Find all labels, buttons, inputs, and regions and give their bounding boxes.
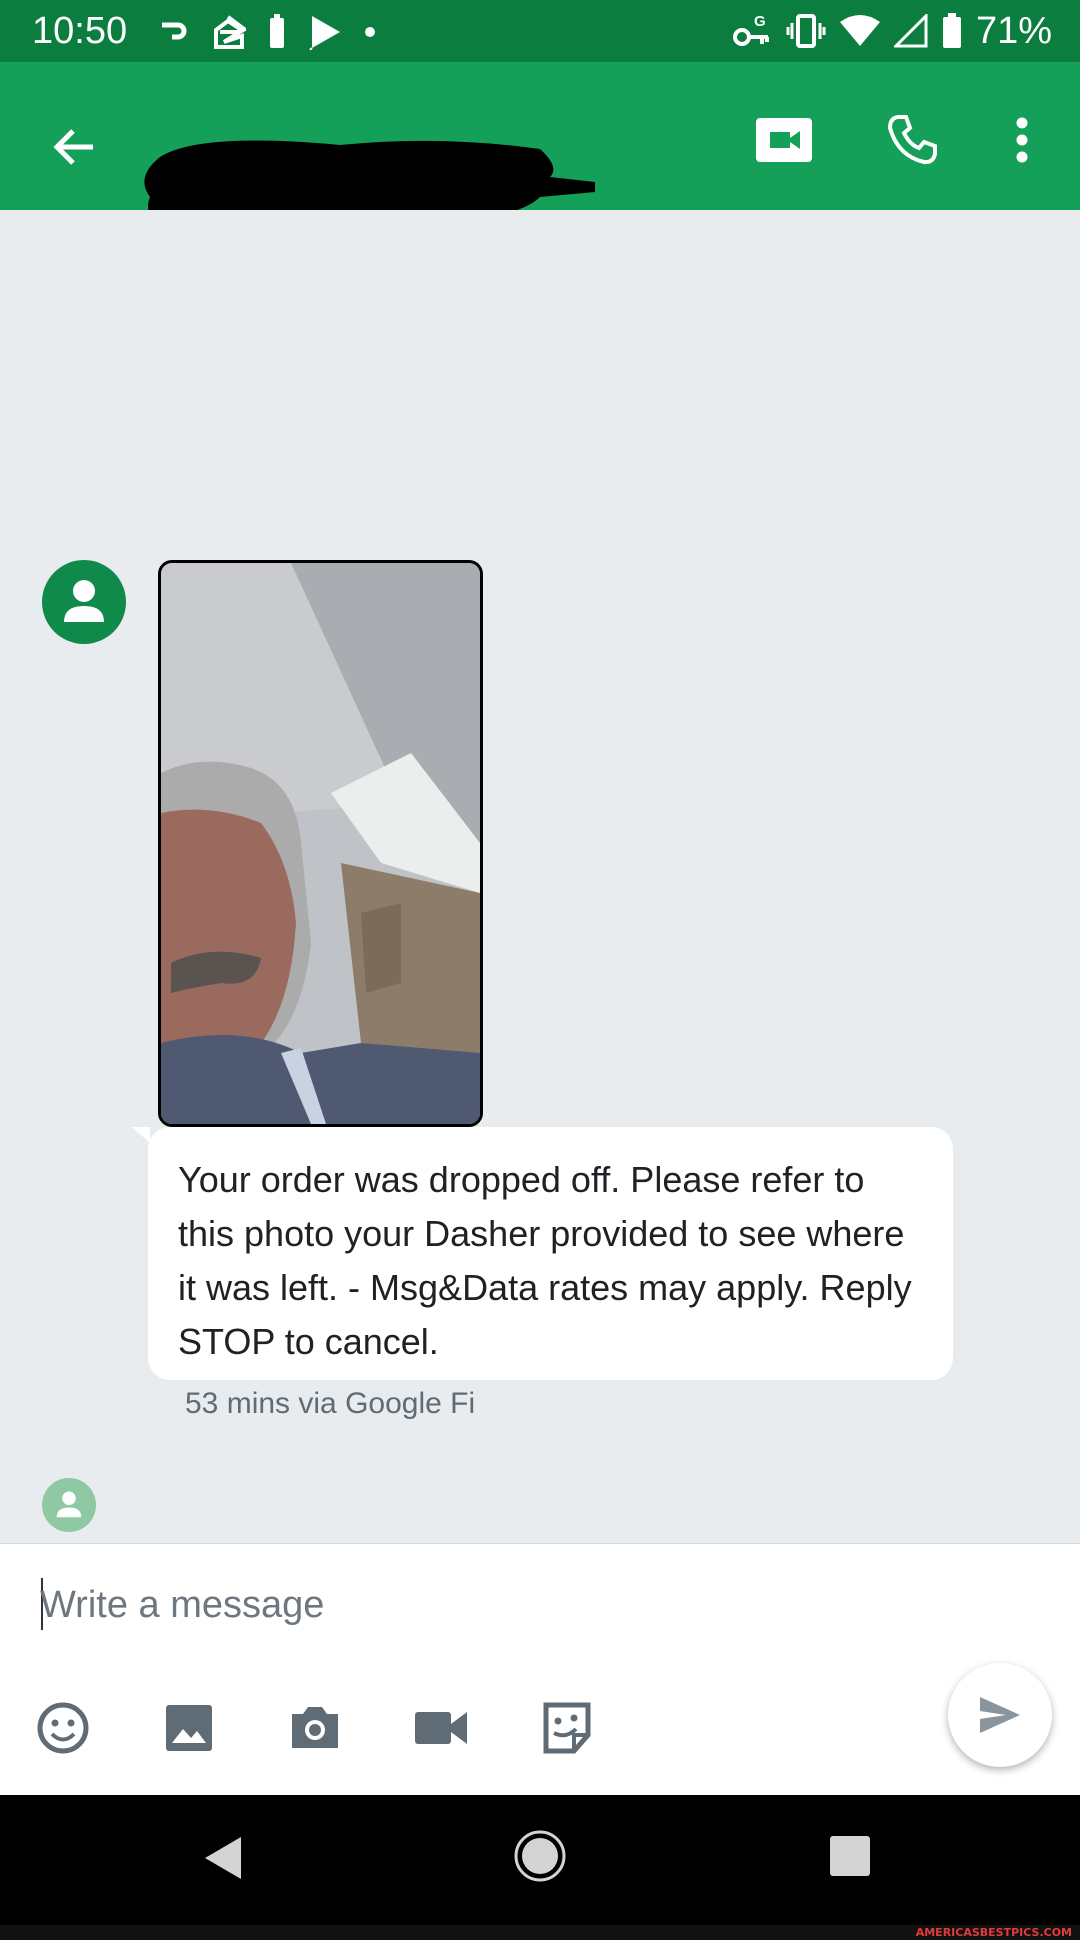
self-avatar xyxy=(42,1478,96,1532)
vpn-key-icon: G xyxy=(732,13,769,46)
video-call-icon xyxy=(756,118,812,162)
cell-signal-icon xyxy=(893,14,928,48)
battery-icon xyxy=(942,13,961,48)
back-triangle-icon[interactable] xyxy=(203,1835,243,1881)
phone-icon xyxy=(887,115,937,165)
person-icon xyxy=(64,580,104,622)
status-right-icons: G 71% xyxy=(732,10,1052,52)
zillow-icon xyxy=(214,15,246,49)
video-icon xyxy=(415,1712,467,1744)
photo-image xyxy=(161,563,480,1124)
more-options-button[interactable] xyxy=(1000,104,1044,176)
home-circle-icon[interactable] xyxy=(514,1830,566,1882)
battery-percent: 71% xyxy=(975,9,1052,52)
camera-icon xyxy=(292,1707,338,1748)
watermark: AMERICASBESTPICS.COM xyxy=(0,1925,1080,1940)
compose-area: Write a message xyxy=(0,1543,1080,1796)
video-call-button[interactable] xyxy=(748,104,820,176)
vibrate-icon xyxy=(786,14,826,48)
more-vert-icon xyxy=(1016,117,1028,163)
battery-saver-icon xyxy=(270,14,284,48)
camera-button[interactable] xyxy=(287,1700,343,1756)
recents-square-icon[interactable] xyxy=(830,1836,870,1876)
message-input[interactable]: Write a message xyxy=(40,1584,324,1627)
sticker-button[interactable] xyxy=(539,1700,595,1756)
navigation-bar xyxy=(0,1795,1080,1925)
dot-icon xyxy=(365,27,375,37)
send-button[interactable] xyxy=(948,1663,1052,1767)
emoji-button[interactable] xyxy=(35,1700,91,1756)
play-store-icon xyxy=(309,16,340,50)
back-button[interactable] xyxy=(40,112,110,182)
emoji-icon xyxy=(37,1702,89,1754)
gallery-icon xyxy=(166,1705,212,1751)
gallery-button[interactable] xyxy=(161,1700,217,1756)
sender-avatar[interactable] xyxy=(42,560,126,644)
svg-text:G: G xyxy=(754,13,766,30)
send-icon xyxy=(980,1697,1020,1733)
message-bubble[interactable]: Your order was dropped off. Please refer… xyxy=(148,1127,953,1380)
app-notification-icon xyxy=(162,22,187,40)
status-left-icons xyxy=(158,12,376,52)
arrow-back-icon xyxy=(53,129,93,165)
message-meta: 53 mins via Google Fi xyxy=(185,1387,476,1420)
person-icon xyxy=(56,1491,82,1518)
app-bar xyxy=(0,62,1080,243)
video-button[interactable] xyxy=(413,1700,469,1756)
wifi-icon xyxy=(839,15,880,46)
phone-button[interactable] xyxy=(876,104,948,176)
sticker-icon xyxy=(543,1702,591,1754)
message-photo[interactable] xyxy=(158,560,483,1127)
bubble-tail xyxy=(132,1127,150,1143)
status-time: 10:50 xyxy=(32,10,128,52)
status-bar: 10:50 G 71% xyxy=(0,0,1080,62)
